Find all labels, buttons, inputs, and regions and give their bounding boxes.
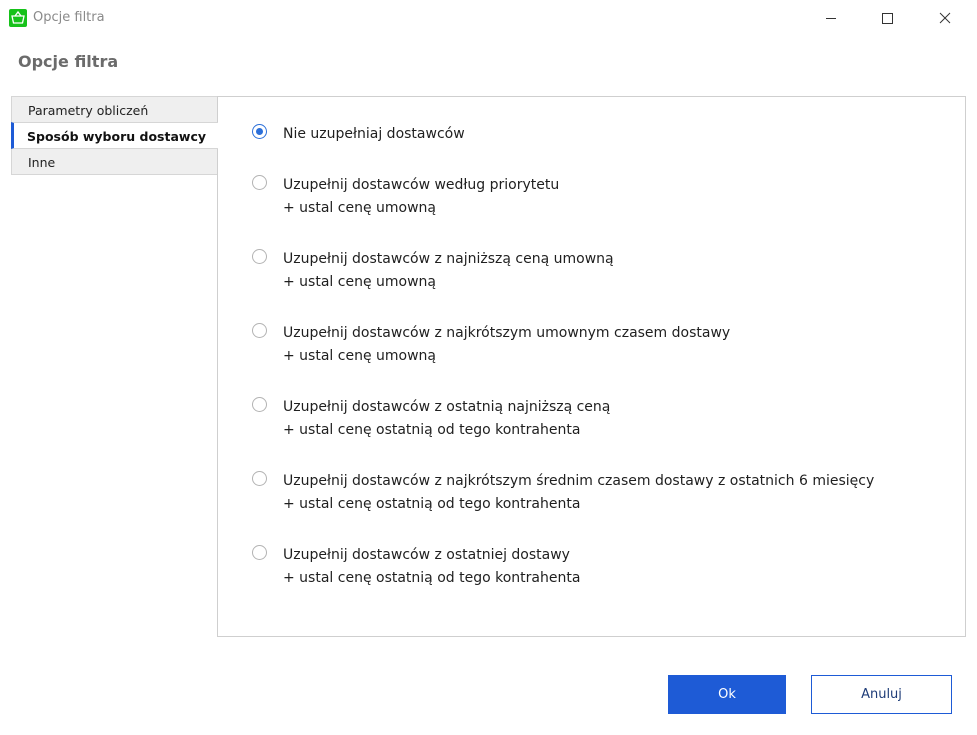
tab-parametry-obliczen[interactable]: Parametry obliczeń xyxy=(11,96,217,123)
radio-button[interactable] xyxy=(252,545,267,560)
tab-list: Parametry obliczeń Sposób wyboru dostawc… xyxy=(11,96,218,175)
radio-button[interactable] xyxy=(252,249,267,264)
close-button[interactable] xyxy=(922,0,968,36)
option-sublabel: + ustal cenę umowną xyxy=(283,200,436,216)
cancel-button[interactable]: Anuluj xyxy=(811,675,952,714)
window-title: Opcje filtra xyxy=(33,10,105,25)
option-label: Uzupełnij dostawców z najniższą ceną umo… xyxy=(283,251,614,267)
option-label: Nie uzupełniaj dostawców xyxy=(283,126,465,142)
option-sublabel: + ustal cenę umowną xyxy=(283,274,436,290)
radio-button[interactable] xyxy=(252,471,267,486)
tab-inne[interactable]: Inne xyxy=(11,148,217,175)
option-label: Uzupełnij dostawców z najkrótszym średni… xyxy=(283,473,875,489)
basket-icon xyxy=(9,9,27,27)
minimize-button[interactable] xyxy=(808,0,854,36)
radio-button[interactable] xyxy=(252,124,267,139)
radio-button[interactable] xyxy=(252,175,267,190)
dialog-title: Opcje filtra xyxy=(18,52,119,71)
option-sublabel: + ustal cenę ostatnią od tego kontrahent… xyxy=(283,496,581,512)
close-icon xyxy=(939,12,951,24)
maximize-icon xyxy=(882,13,893,24)
ok-button[interactable]: Ok xyxy=(668,675,786,714)
radio-button[interactable] xyxy=(252,323,267,338)
option-label: Uzupełnij dostawców z ostatnią najniższą… xyxy=(283,399,611,415)
option-sublabel: + ustal cenę ostatnią od tego kontrahent… xyxy=(283,570,581,586)
tab-sposob-wyboru-dostawcy[interactable]: Sposób wyboru dostawcy xyxy=(11,122,218,149)
minimize-icon xyxy=(826,18,836,19)
option-sublabel: + ustal cenę umowną xyxy=(283,348,436,364)
option-label: Uzupełnij dostawców z ostatniej dostawy xyxy=(283,547,570,563)
option-label: Uzupełnij dostawców z najkrótszym umowny… xyxy=(283,325,731,341)
option-sublabel: + ustal cenę ostatnią od tego kontrahent… xyxy=(283,422,581,438)
radio-button[interactable] xyxy=(252,397,267,412)
maximize-button[interactable] xyxy=(864,0,910,36)
option-label: Uzupełnij dostawców według priorytetu xyxy=(283,177,560,193)
title-bar: Opcje filtra xyxy=(0,0,977,36)
options-panel: Nie uzupełniaj dostawców Uzupełnij dosta… xyxy=(217,96,966,637)
